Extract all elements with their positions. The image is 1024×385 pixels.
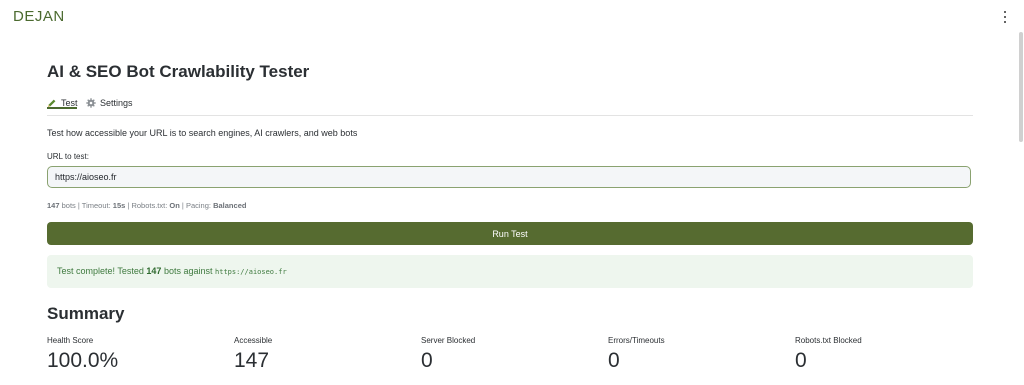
result-middle: bots against xyxy=(163,266,213,276)
url-field-label: URL to test: xyxy=(47,152,89,161)
stat-errors-timeouts: Errors/Timeouts 0 xyxy=(608,336,788,373)
stat-value: 0 xyxy=(608,349,620,372)
pacing-label: Pacing: xyxy=(185,201,211,210)
stat-value: 147 xyxy=(234,349,270,372)
top-bar: DEJAN xyxy=(0,0,1024,34)
gear-icon xyxy=(86,98,96,108)
timeout-value: 15s xyxy=(112,201,126,210)
stat-label: Server Blocked xyxy=(421,336,476,345)
robots-value: On xyxy=(169,201,180,210)
stat-value: 0 xyxy=(795,349,807,372)
success-alert: Test complete! Tested 147 bots against h… xyxy=(47,255,973,288)
pacing-value: Balanced xyxy=(213,201,247,210)
result-url: https://aioseo.fr xyxy=(215,268,287,276)
run-test-button[interactable]: Run Test xyxy=(47,222,973,245)
robots-label: Robots.txt: xyxy=(131,201,168,210)
stat-value: 0 xyxy=(421,349,433,372)
more-options-icon[interactable] xyxy=(1003,11,1007,23)
result-bot-count: 147 xyxy=(146,266,162,276)
stat-health-score: Health Score 100.0% xyxy=(47,336,227,373)
scrollbar-thumb[interactable] xyxy=(1019,32,1023,142)
meta-separator: | xyxy=(77,201,80,210)
scrollbar[interactable] xyxy=(1018,30,1024,150)
result-prefix: Test complete! Tested xyxy=(57,266,144,276)
stat-label: Health Score xyxy=(47,336,94,345)
stat-label: Robots.txt Blocked xyxy=(795,336,862,345)
stat-server-blocked: Server Blocked 0 xyxy=(421,336,601,373)
tab-settings-label: Settings xyxy=(100,98,133,108)
bots-label: bots xyxy=(61,201,76,210)
tab-settings[interactable]: Settings xyxy=(86,98,133,108)
stat-label: Accessible xyxy=(234,336,273,345)
brand-logo[interactable]: DEJAN xyxy=(13,8,65,25)
meta-separator: | xyxy=(181,201,184,210)
page-title: AI & SEO Bot Crawlability Tester xyxy=(47,62,310,81)
stat-label: Errors/Timeouts xyxy=(608,336,665,345)
stat-robots-blocked: Robots.txt Blocked 0 xyxy=(795,336,975,373)
tab-test[interactable]: Test xyxy=(47,98,78,109)
page-description: Test how accessible your URL is to searc… xyxy=(47,128,358,138)
summary-heading: Summary xyxy=(47,304,125,323)
meta-separator: | xyxy=(127,201,130,210)
test-settings-summary: 147 bots | Timeout: 15s | Robots.txt: On… xyxy=(47,201,246,210)
timeout-label: Timeout: xyxy=(81,201,111,210)
tab-bar: Test Settings xyxy=(47,95,973,116)
stat-accessible: Accessible 147 xyxy=(234,336,414,373)
active-tab-indicator xyxy=(47,107,77,109)
url-input[interactable] xyxy=(47,166,971,188)
stat-value: 100.0% xyxy=(47,349,119,372)
bots-count: 147 xyxy=(47,201,60,210)
